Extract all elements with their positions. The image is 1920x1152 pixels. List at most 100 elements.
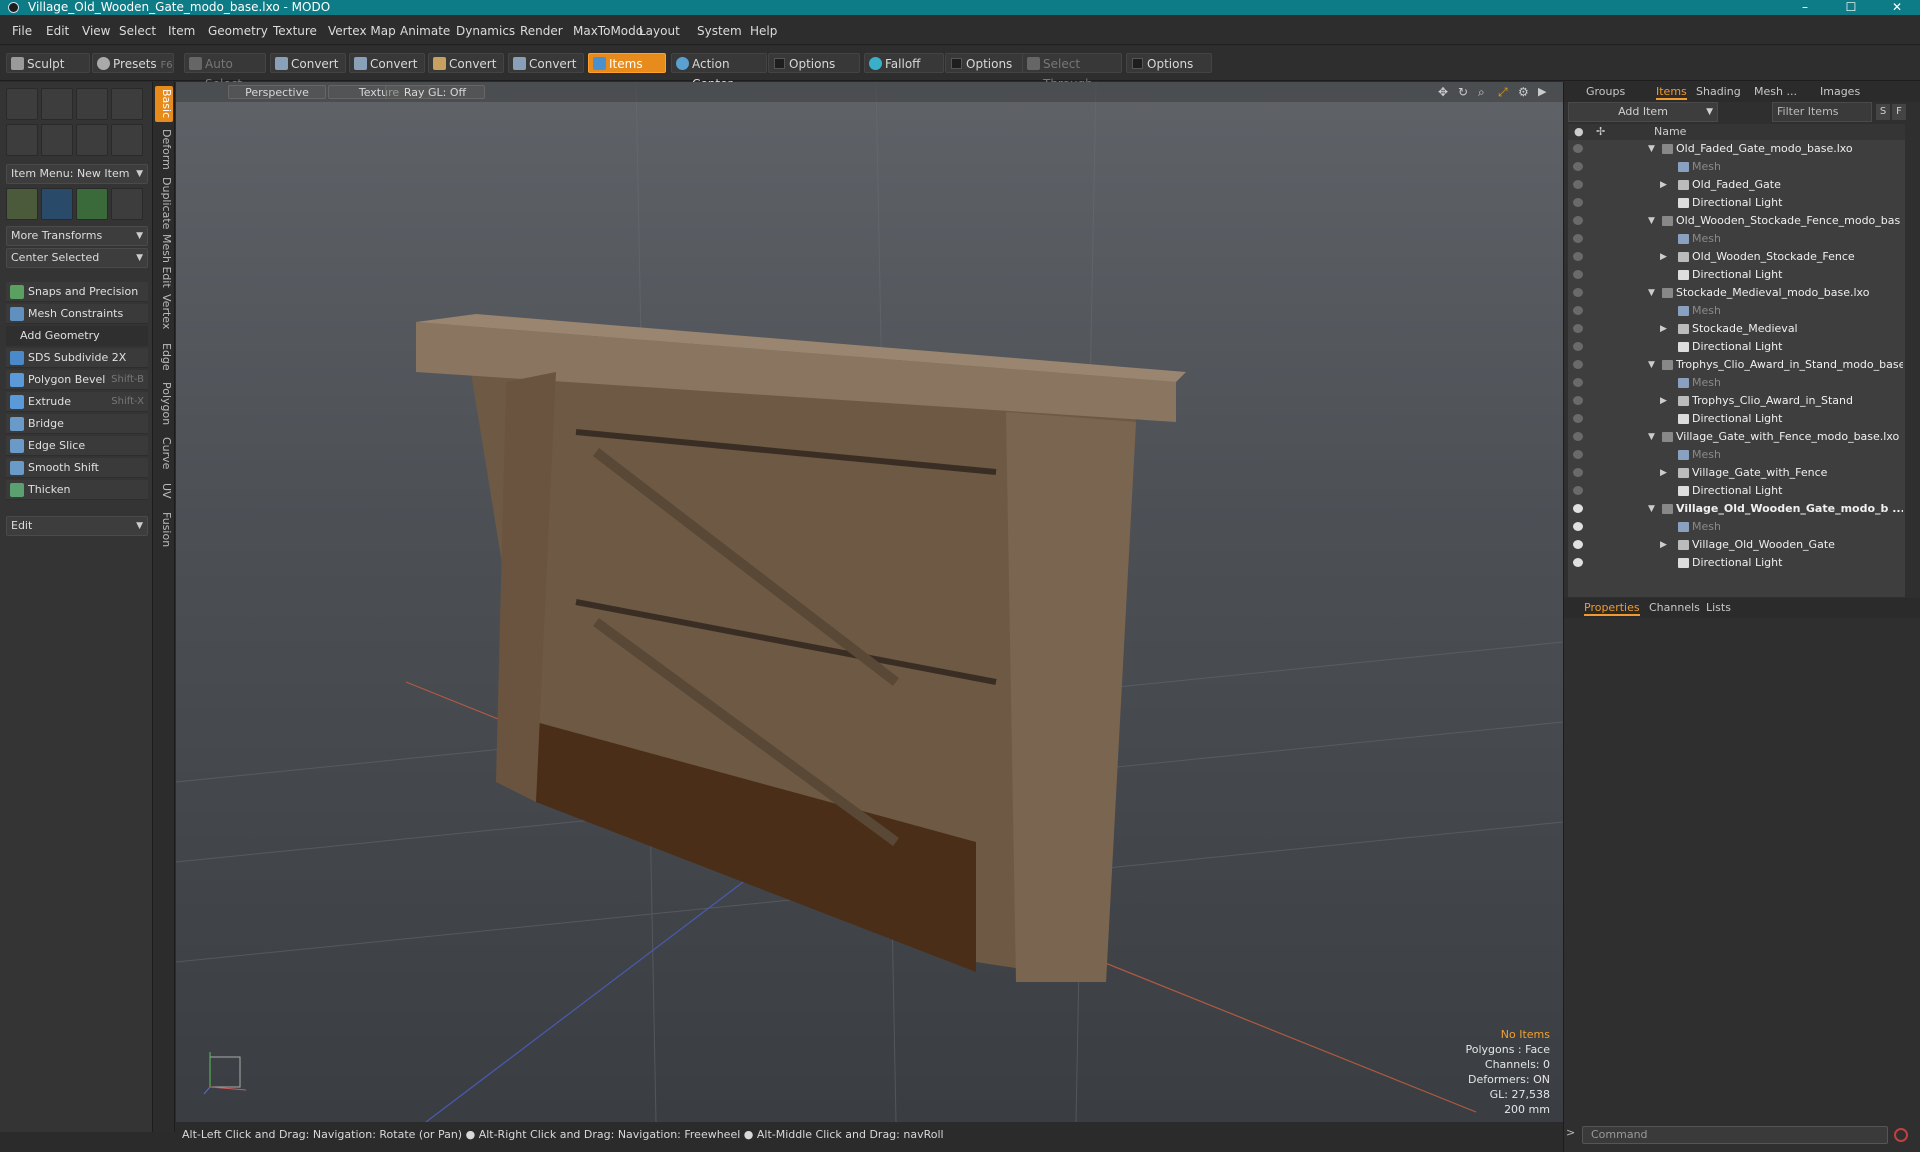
sphere-primitive-icon[interactable] [41,88,73,120]
item-row[interactable]: ▼ Trophys_Clio_Award_in_Stand_modo_base..… [1568,356,1905,374]
expand-arrow-icon[interactable]: ▶ [1660,536,1667,554]
visibility-eye-icon[interactable] [1573,234,1583,243]
menu-maxtomodo[interactable]: MaxToModo [573,24,643,38]
presets-button[interactable]: Presets F6 [92,53,174,73]
menu-select[interactable]: Select [119,24,156,38]
tab-groups[interactable]: Groups [1586,85,1625,98]
transform-tool-icon[interactable] [6,188,38,220]
expand-arrow-icon[interactable]: ▶ [1660,464,1667,482]
expand-arrow-icon[interactable]: ▶ [1660,320,1667,338]
add-item-dropdown[interactable]: Add Item ▼ [1568,102,1718,122]
convert-button-1[interactable]: Convert [270,53,346,73]
item-row[interactable]: Mesh [1568,230,1905,248]
3d-viewport[interactable]: Perspective Texture Ray GL: Off ✥ ↻ ⌕ ⤢ … [176,82,1563,1122]
falloff-button[interactable]: Falloff [864,53,944,73]
collapse-arrow-icon[interactable]: ▼ [1648,356,1655,374]
visibility-eye-icon[interactable] [1573,540,1583,549]
center-selected-dropdown[interactable]: Center Selected ▼ [6,248,148,268]
vtab-duplicate[interactable]: Duplicate [155,176,173,230]
vtab-curve[interactable]: Curve [155,434,173,472]
pyramid-tool-icon[interactable] [111,188,143,220]
item-row[interactable]: Directional Light [1568,266,1905,284]
globe-tool-icon[interactable] [76,188,108,220]
items-mode-button[interactable]: Items [588,53,666,73]
visibility-eye-icon[interactable] [1573,144,1583,153]
filter-items-input[interactable]: Filter Items [1772,102,1872,122]
fit-view-icon[interactable]: ⤢ [1498,85,1508,100]
convert-button-4[interactable]: Convert [508,53,584,73]
snaps-precision-button[interactable]: Snaps and Precision [6,282,148,302]
visibility-eye-icon[interactable] [1573,504,1583,513]
convert-button-3[interactable]: Convert [428,53,504,73]
raygl-button[interactable]: Ray GL: Off [385,85,485,99]
collapse-arrow-icon[interactable]: ▼ [1648,140,1655,158]
visibility-eye-icon[interactable] [1573,360,1583,369]
item-row[interactable]: ▶ Old_Faded_Gate [1568,176,1905,194]
tab-properties[interactable]: Properties [1584,601,1640,616]
item-row[interactable]: ▼ Village_Old_Wooden_Gate_modo_b ... [1568,500,1905,518]
tool-thicken[interactable]: Thicken [6,480,148,500]
tool-edge-slice[interactable]: Edge Slice [6,436,148,456]
menu-texture[interactable]: Texture [273,24,317,38]
visibility-eye-icon[interactable] [1573,468,1583,477]
item-row[interactable]: Mesh [1568,446,1905,464]
close-icon[interactable]: ✕ [1874,0,1920,15]
visibility-eye-icon[interactable] [1573,342,1583,351]
visibility-eye-icon[interactable] [1573,522,1583,531]
move-view-icon[interactable]: ✥ [1438,85,1448,99]
tab-items[interactable]: Items [1656,85,1687,100]
item-row[interactable]: ▼ Old_Wooden_Stockade_Fence_modo_bas ... [1568,212,1905,230]
action-center-options-button[interactable]: Options [768,53,860,73]
view-settings-gear-icon[interactable]: ⚙ [1518,85,1529,99]
expand-arrow-icon[interactable]: ▶ [1660,176,1667,194]
auto-select-button[interactable]: Auto Select [184,53,266,91]
tab-lists[interactable]: Lists [1706,601,1731,614]
visibility-eye-icon[interactable] [1573,198,1583,207]
vtab-polygon[interactable]: Polygon [155,380,173,428]
add-geometry-section[interactable]: Add Geometry [6,326,148,346]
cylinder-primitive-icon[interactable] [76,88,108,120]
falloff-options-button[interactable]: Options [945,53,1025,73]
visibility-eye-icon[interactable] [1573,486,1583,495]
sculpt-button[interactable]: Sculpt [6,53,90,73]
visibility-eye-icon[interactable] [1573,450,1583,459]
vtab-deform[interactable]: Deform [155,126,173,172]
menu-edit[interactable]: Edit [46,24,69,38]
perspective-button[interactable]: Perspective [228,85,326,99]
vtab-basic[interactable]: Basic [155,86,173,122]
item-row[interactable]: Directional Light [1568,338,1905,356]
visibility-eye-icon[interactable] [1573,270,1583,279]
minimize-icon[interactable]: – [1782,0,1828,15]
vtab-edge[interactable]: Edge [155,338,173,376]
vtab-uv[interactable]: UV [155,476,173,506]
visibility-eye-icon[interactable] [1573,162,1583,171]
item-row[interactable]: Directional Light [1568,482,1905,500]
edit-dropdown[interactable]: Edit ▼ [6,516,148,536]
action-center-button[interactable]: Action Center [671,53,767,91]
vtab-vertex[interactable]: Vertex [155,292,173,332]
vtab-mesh-edit[interactable]: Mesh Edit [155,234,173,288]
select-through-options-button[interactable]: Options [1126,53,1212,73]
tool-polygon-bevel[interactable]: Polygon Bevel Shift-B [6,370,148,390]
visibility-eye-icon[interactable] [1573,288,1583,297]
menu-file[interactable]: File [12,24,32,38]
visibility-eye-icon[interactable] [1573,432,1583,441]
item-row[interactable]: ▼ Old_Faded_Gate_modo_base.lxo [1568,140,1905,158]
s-button[interactable]: S [1876,104,1890,120]
tool-extrude[interactable]: Extrude Shift-X [6,392,148,412]
more-transforms-dropdown[interactable]: More Transforms ▼ [6,226,148,246]
visibility-eye-icon[interactable] [1573,396,1583,405]
visibility-eye-icon[interactable] [1573,378,1583,387]
cone-primitive-icon[interactable] [111,88,143,120]
item-row[interactable]: Directional Light [1568,410,1905,428]
item-row[interactable]: ▶ Trophys_Clio_Award_in_Stand [1568,392,1905,410]
pen-tool-icon[interactable] [76,124,108,156]
item-row[interactable]: ▶ Stockade_Medieval [1568,320,1905,338]
menu-system[interactable]: System [697,24,742,38]
cube-primitive-icon[interactable] [6,88,38,120]
menu-animate[interactable]: Animate [400,24,450,38]
menu-layout[interactable]: Layout [639,24,680,38]
expand-arrow-icon[interactable]: ▶ [1538,85,1546,98]
tool-smooth-shift[interactable]: Smooth Shift [6,458,148,478]
zoom-view-icon[interactable]: ⌕ [1478,85,1485,100]
